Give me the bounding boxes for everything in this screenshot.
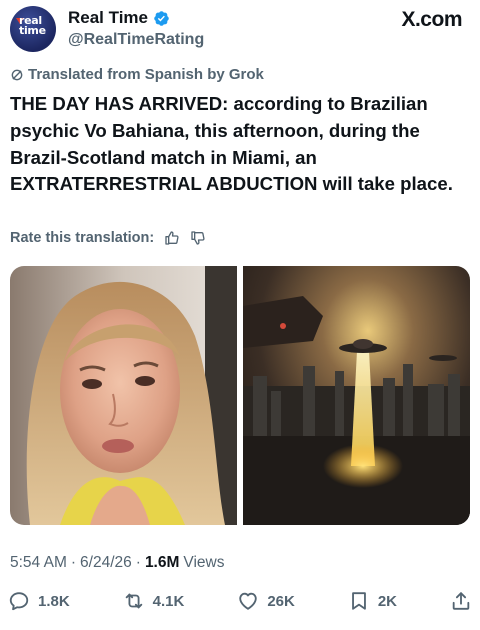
ufo-city-image xyxy=(243,266,470,525)
views-label: Views xyxy=(183,554,225,571)
rate-translation-label: Rate this translation: xyxy=(10,230,155,246)
avatar[interactable]: real time xyxy=(10,6,56,52)
reply-count: 1.8K xyxy=(38,592,70,610)
like-button[interactable]: 26K xyxy=(237,590,295,612)
name-row: Real Time xyxy=(68,8,170,28)
reply-button[interactable]: 1.8K xyxy=(8,590,70,612)
tweet-text: THE DAY HAS ARRIVED: according to Brazil… xyxy=(10,93,453,195)
media-photo-woman[interactable] xyxy=(10,266,237,525)
translation-notice: Translated from Spanish by Grok xyxy=(10,66,264,83)
translate-icon xyxy=(11,69,23,80)
bookmark-icon xyxy=(351,592,366,610)
tweet-time[interactable]: 5:54 AM xyxy=(10,554,67,572)
tweet-meta: 5:54 AM · 6/24/26 · 1.6M Views xyxy=(10,554,224,572)
reply-icon xyxy=(9,592,29,611)
heart-icon xyxy=(239,592,258,610)
thumbs-down-icon[interactable] xyxy=(190,230,206,246)
media-photo-ufo[interactable] xyxy=(243,266,470,525)
media-grid xyxy=(10,266,470,525)
translation-label: Translated from Spanish by Grok xyxy=(28,66,264,83)
bookmark-button[interactable]: 2K xyxy=(348,590,397,612)
repost-button[interactable]: 4.1K xyxy=(123,590,185,612)
meta-separator: · xyxy=(70,554,77,571)
thumbs-up-icon[interactable] xyxy=(164,230,180,246)
tweet-date[interactable]: 6/24/26 xyxy=(80,554,132,572)
brand-watermark: X.com xyxy=(401,8,462,31)
avatar-logo-text: real time xyxy=(19,14,46,37)
verified-badge-icon xyxy=(154,10,169,26)
share-icon xyxy=(452,592,470,610)
repost-count: 4.1K xyxy=(152,592,185,610)
action-bar: 1.8K 4.1K 26K 2K xyxy=(8,586,472,616)
share-button[interactable] xyxy=(450,590,472,612)
display-name[interactable]: Real Time xyxy=(68,8,148,28)
like-count: 26K xyxy=(267,592,295,610)
views-count: 1.6M xyxy=(144,554,180,571)
tweet-header: real time Real Time @RealTimeRating X.co… xyxy=(10,4,470,54)
rate-translation-row: Rate this translation: xyxy=(10,230,206,246)
woman-photo-image xyxy=(10,266,237,525)
meta-separator: · xyxy=(135,554,141,571)
repost-icon xyxy=(125,593,142,609)
bookmark-count: 2K xyxy=(377,592,397,610)
user-handle[interactable]: @RealTimeRating xyxy=(68,31,204,49)
